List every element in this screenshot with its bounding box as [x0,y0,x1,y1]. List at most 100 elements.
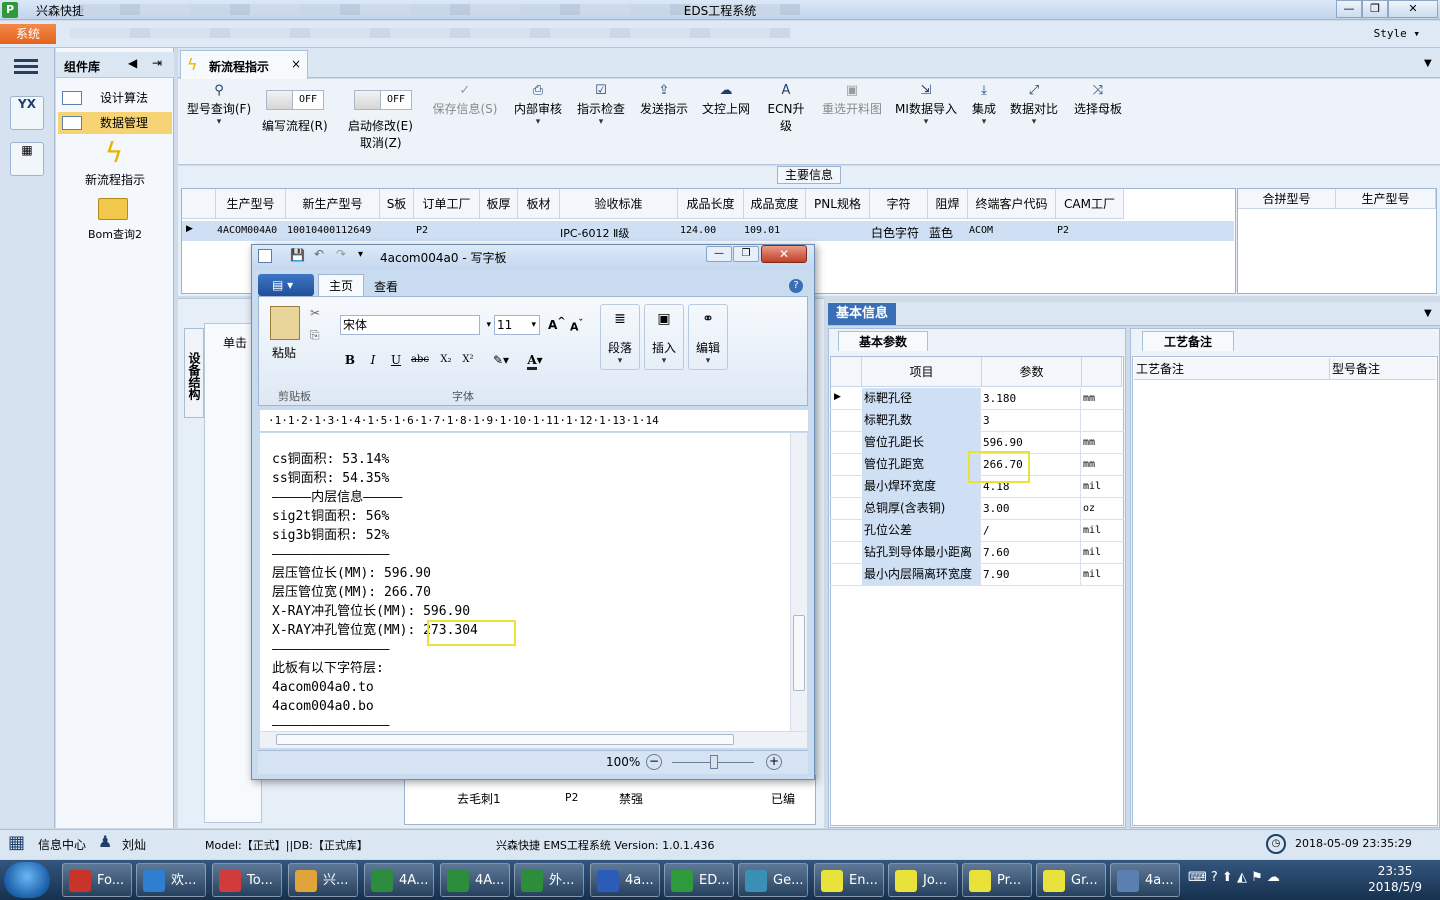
document-area[interactable]: cs铜面积: 53.14% ss铜面积: 54.35% —————内层信息—————… [260,433,790,731]
compare-button[interactable]: ⤢ 数据对比 ▾ [1008,84,1060,128]
tab-basic-params[interactable]: 基本参数 [838,331,928,351]
lightning-icon[interactable]: ϟ [100,138,128,168]
clipboard-icon[interactable] [270,306,300,340]
document-line[interactable]: ——————————————— [260,640,790,659]
taskbar-item[interactable]: Fo... [62,863,132,897]
help-icon[interactable]: ? [789,279,803,293]
yx-module-icon[interactable]: YX [10,96,44,130]
document-line[interactable]: X-RAY冲孔管位宽(MM): 273.304 [260,621,790,640]
wordpad-close-button[interactable]: ✕ [761,245,807,263]
param-name[interactable]: 钻孔到导体最小距离 [862,542,980,563]
table-cell[interactable]: 124.00 [680,225,716,236]
param-name[interactable]: 标靶孔径 [862,388,980,409]
chevron-down-icon[interactable]: ▼ [1424,308,1432,319]
comp-item-data-management[interactable]: 数据管理 [58,112,172,134]
system-menu-tab[interactable]: 系统 [0,24,56,44]
param-name[interactable]: 最小内层隔离环宽度 [862,564,980,585]
step-status[interactable]: 禁强 [619,790,643,807]
calculator-module-icon[interactable]: ▦ [10,142,44,176]
launcher-new-flow[interactable]: 新流程指示 [58,171,172,188]
document-line[interactable]: sig3b铜面积: 52% [260,526,790,545]
comp-item-design-algorithm[interactable]: 设计算法 [58,87,172,109]
column-header[interactable]: 生产型号 [216,189,286,219]
ruler[interactable]: ·1·1·2·1·3·1·4·1·5·1·6·1·7·1·8·1·9·1·10·… [260,410,808,432]
taskbar-item[interactable]: 4A... [364,863,434,897]
undo-icon[interactable]: ↶ [314,247,324,261]
zoom-out-icon[interactable]: − [646,754,662,770]
send-instructions-button[interactable]: ⇪ 发送指示 [638,84,690,117]
tab-basic-info[interactable]: 基本信息 [828,303,896,325]
cancel-label[interactable]: 取消(Z) [360,134,402,151]
insert-button[interactable]: ▣ 插入 ▾ [644,304,684,370]
internal-review-button[interactable]: ⎙ 内部审核 ▾ [512,84,564,128]
copy-icon[interactable]: ⎘ [310,328,320,343]
edit-flow-toggle[interactable]: OFF [266,90,324,110]
font-family-select[interactable]: 宋体 ▾ [340,315,491,335]
param-name[interactable]: 管位孔距宽 [862,454,980,475]
table-cell[interactable]: P2 [416,225,428,236]
step-code[interactable]: P2 [565,791,578,804]
column-header[interactable]: PNL规格 [806,189,870,219]
param-unit[interactable]: mm [1080,454,1120,475]
taskbar-item[interactable]: 4a... [1110,863,1180,897]
taskbar-item[interactable]: 4A... [440,863,510,897]
column-header[interactable]: 项目 [862,357,982,387]
table-cell[interactable]: P2 [1057,225,1069,236]
cut-icon[interactable]: ✂ [310,306,320,320]
select-mother-board-button[interactable]: ⤨ 选择母板 [1072,84,1124,117]
column-header[interactable]: 订单工厂 [414,189,480,219]
column-header[interactable]: 生产型号 [1336,189,1436,209]
strikethrough-icon[interactable]: abc [410,350,430,370]
font-color-icon[interactable]: A▾ [518,350,552,370]
integrate-button[interactable]: ⤓ 集成 ▾ [968,84,1000,128]
paragraph-button[interactable]: ≣ 段落 ▾ [600,304,640,370]
wordpad-file-menu-button[interactable]: ▤ ▾ [258,274,314,296]
underline-icon[interactable]: U [386,350,406,370]
param-row[interactable]: 孔位公差 / mil [830,520,1124,542]
param-value[interactable]: 7.90 [980,564,1080,585]
param-row[interactable]: 标靶孔数 3 [830,410,1124,432]
param-row[interactable]: 最小内层隔离环宽度 7.90 mil [830,564,1124,586]
document-line[interactable]: ——————————————— [260,545,790,564]
document-line[interactable]: cs铜面积: 53.14% [260,450,790,469]
tab-list-dropdown-icon[interactable]: ▼ [1424,58,1432,69]
table-cell[interactable]: ACOM [969,225,993,236]
param-unit[interactable]: mm [1080,388,1120,409]
param-value[interactable]: / [980,520,1080,541]
column-header[interactable]: 成品长度 [678,189,744,219]
taskbar-item[interactable]: 兴... [288,863,358,897]
scroll-thumb[interactable] [276,734,734,745]
taskbar-item[interactable]: 欢... [136,863,206,897]
document-line[interactable]: 层压管位长(MM): 596.90 [260,564,790,583]
param-value[interactable]: 3.180 [980,388,1080,409]
reselect-material-button[interactable]: ▣ 重选开料图 [820,84,884,117]
param-value[interactable]: 3.00 [980,498,1080,519]
vertical-scrollbar[interactable] [790,433,807,731]
mi-import-button[interactable]: ⇲ MI数据导入 ▾ [893,84,959,128]
zoom-slider-thumb[interactable] [710,755,718,769]
param-row[interactable]: 钻孔到导体最小距离 7.60 mil [830,542,1124,564]
style-menu[interactable]: Style ▾ [1374,27,1420,40]
param-unit[interactable]: oz [1080,498,1120,519]
wordpad-minimize-button[interactable]: — [706,246,732,262]
taskbar-item[interactable]: Pr... [962,863,1032,897]
param-name[interactable]: 标靶孔数 [862,410,980,431]
save-info-button[interactable]: ✓ 保存信息(S) [430,84,500,117]
param-row[interactable]: 总铜厚(含表铜) 3.00 oz [830,498,1124,520]
column-header[interactable]: 阻焊 [928,189,968,219]
redo-icon[interactable]: ↷ [336,247,346,261]
param-value[interactable]: 7.60 [980,542,1080,563]
font-size-select[interactable]: 11 ▾ [494,315,540,335]
column-header[interactable]: 型号备注 [1330,358,1436,380]
quick-access-dropdown-icon[interactable]: ▾ [358,249,363,260]
taskbar-item[interactable]: 4a... [590,863,660,897]
column-header[interactable]: CAM工厂 [1056,189,1124,219]
paste-button[interactable]: 粘贴 [272,344,296,361]
scroll-thumb[interactable] [793,615,805,691]
pin-icon[interactable]: ⇥ [152,56,162,70]
taskbar-item[interactable]: To... [212,863,282,897]
column-header[interactable]: 合拼型号 [1238,189,1336,209]
param-unit[interactable]: mil [1080,564,1120,585]
tray-icons[interactable]: ⌨ ? ⬆ ◭ ⚑ ☁ [1188,870,1280,885]
superscript-icon[interactable]: X² [458,350,478,370]
